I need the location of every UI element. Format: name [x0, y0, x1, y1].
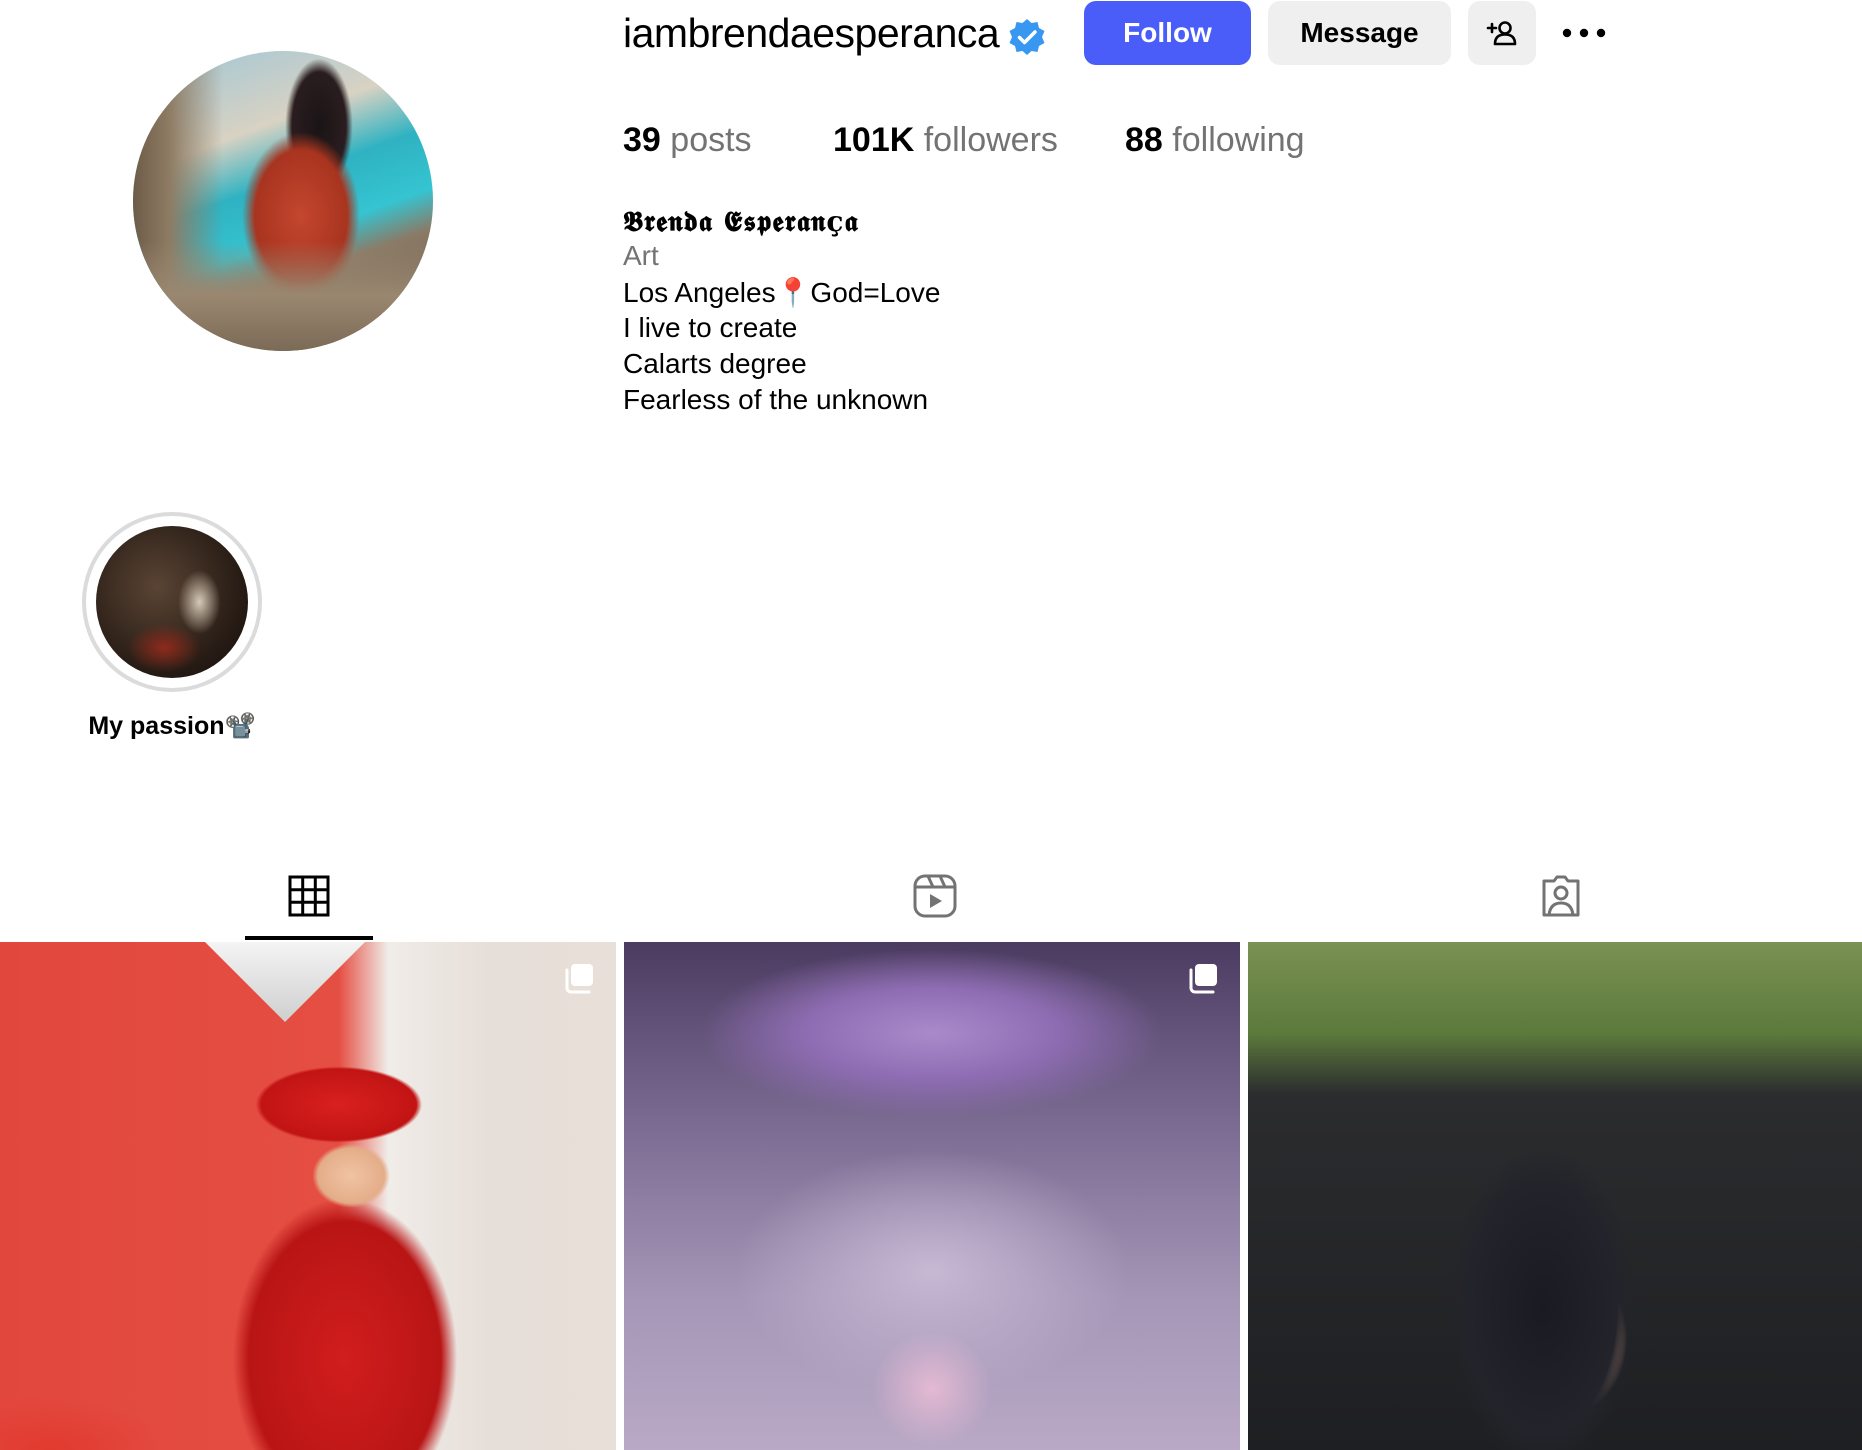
post-thumbnail[interactable]: [624, 942, 1240, 1450]
following-link[interactable]: 88 following: [1125, 121, 1305, 160]
bio-category: Art: [623, 240, 659, 271]
followers-link[interactable]: 101K followers: [833, 121, 1058, 160]
profile-avatar[interactable]: [133, 51, 433, 351]
following-count-label: following: [1172, 121, 1305, 159]
followers-count-value: 101K: [833, 121, 915, 159]
bio-display-name: 𝕭𝖗𝖊𝖓𝖉𝖆 𝕰𝖘𝖕𝖊𝖗𝖆𝖓ç𝖆: [623, 205, 859, 238]
post-thumbnail[interactable]: [1248, 942, 1862, 1450]
grid-icon: [288, 875, 330, 917]
suggested-users-button[interactable]: [1468, 1, 1536, 65]
story-highlight-label: My passion📽️: [88, 712, 256, 740]
follow-button[interactable]: Follow: [1084, 1, 1251, 65]
verified-badge-icon: [1009, 19, 1045, 55]
active-tab-indicator: [245, 936, 373, 940]
message-button[interactable]: Message: [1268, 1, 1451, 65]
bio-line: Calarts degree: [623, 348, 807, 379]
followers-count-label: followers: [923, 121, 1058, 159]
carousel-icon: [1189, 964, 1217, 994]
tab-tagged[interactable]: [1531, 866, 1591, 926]
posts-count-value: 39: [623, 121, 661, 159]
reels-icon: [913, 874, 957, 918]
tagged-icon: [1542, 875, 1580, 917]
bio-line: Fearless of the unknown: [623, 384, 929, 415]
story-highlight-cover[interactable]: [96, 526, 248, 678]
post-thumbnail[interactable]: [0, 942, 616, 1450]
profile-username: iambrendaesperanca: [623, 10, 1000, 56]
posts-count-label: posts: [670, 121, 752, 159]
tab-posts[interactable]: [279, 866, 339, 926]
more-icon: [1562, 28, 1606, 38]
posts-count: 39 posts: [623, 121, 752, 160]
add-user-icon: [1486, 21, 1517, 46]
bio-line: I live to create: [623, 312, 798, 343]
more-options-button[interactable]: [1555, 10, 1613, 56]
bio-line: Los Angeles📍God=Love: [623, 277, 941, 308]
carousel-icon: [565, 964, 593, 994]
following-count-value: 88: [1125, 121, 1163, 159]
tab-reels[interactable]: [905, 866, 965, 926]
